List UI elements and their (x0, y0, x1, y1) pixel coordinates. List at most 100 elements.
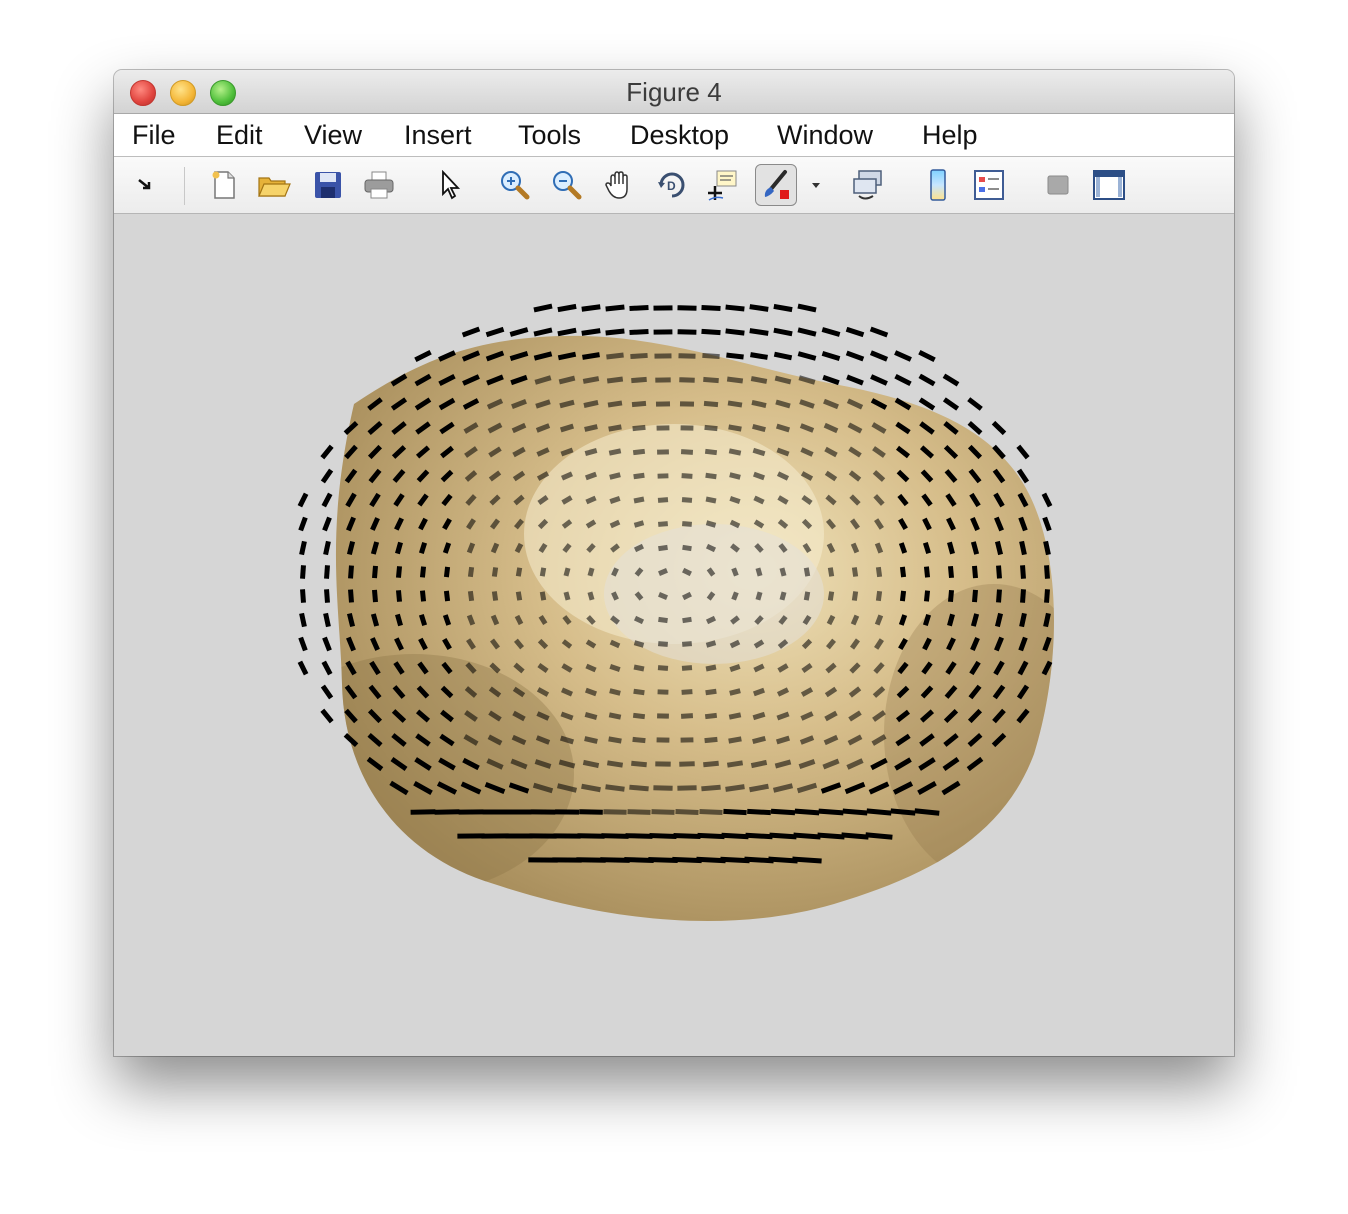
vector-glyph (970, 637, 980, 651)
menu-file[interactable]: File (132, 114, 176, 156)
vector-glyph (874, 614, 884, 626)
vector-glyph (970, 613, 980, 627)
vector-glyph (658, 616, 668, 624)
open-file-icon[interactable] (256, 167, 292, 203)
vector-glyph (723, 808, 747, 816)
vector-glyph (581, 783, 601, 793)
vector-glyph (776, 471, 790, 481)
vector-glyph (300, 565, 306, 579)
vector-glyph (297, 660, 309, 676)
vector-glyph (515, 567, 523, 577)
vector-glyph (873, 494, 885, 506)
vector-glyph (609, 496, 621, 504)
vector-glyph (822, 374, 840, 386)
vector-glyph (536, 447, 550, 457)
vector-glyph (801, 495, 813, 505)
rotate-3d-icon[interactable]: D (654, 167, 690, 203)
vector-glyph (625, 833, 653, 839)
menu-insert[interactable]: Insert (404, 114, 472, 156)
menu-window[interactable]: Window (777, 114, 873, 156)
axes-area[interactable] (114, 214, 1234, 1056)
print-icon[interactable] (361, 167, 397, 203)
vector-glyph (323, 540, 331, 556)
menu-edit[interactable]: Edit (216, 114, 263, 156)
vector-glyph (583, 400, 599, 408)
menu-desktop[interactable]: Desktop (630, 114, 729, 156)
vector-glyph (729, 519, 741, 529)
vector-glyph (923, 566, 931, 578)
brush-dropdown-icon[interactable] (806, 167, 826, 203)
vector-glyph (747, 808, 771, 816)
link-plot-icon[interactable] (851, 167, 887, 203)
vector-glyph (658, 568, 668, 576)
vector-glyph (1018, 636, 1028, 652)
vector-glyph (874, 542, 884, 554)
vector-glyph (800, 471, 814, 481)
vector-glyph (921, 661, 933, 675)
close-window-button[interactable] (130, 80, 156, 106)
vector-glyph (585, 471, 597, 481)
vector-glyph (1016, 468, 1030, 484)
new-figure-icon[interactable] (206, 167, 242, 203)
vector-glyph (825, 638, 837, 650)
vector-glyph (490, 638, 500, 650)
vector-glyph (441, 661, 453, 675)
zoom-out-icon[interactable] (548, 167, 584, 203)
vector-glyph (533, 303, 553, 313)
zoom-window-button[interactable] (210, 80, 236, 106)
vector-glyph (630, 352, 648, 360)
menu-help[interactable]: Help (922, 114, 978, 156)
vector-glyph (703, 760, 719, 768)
vector-glyph (1044, 589, 1050, 603)
hide-plot-tools-icon[interactable] (1040, 167, 1076, 203)
vector-glyph (803, 591, 811, 601)
colorbar-icon[interactable] (920, 167, 956, 203)
menu-tools[interactable]: Tools (518, 114, 581, 156)
dock-icon[interactable] (128, 167, 164, 203)
legend-icon[interactable] (971, 167, 1007, 203)
vector-glyph (970, 517, 980, 531)
pan-hand-icon[interactable] (601, 167, 637, 203)
vector-glyph (299, 612, 307, 628)
vector-glyph (1044, 565, 1050, 579)
vector-glyph (491, 591, 499, 601)
vector-glyph (606, 760, 624, 768)
vector-glyph (825, 662, 837, 674)
vector-glyph (585, 495, 597, 505)
edit-plot-pointer-icon[interactable] (432, 167, 468, 203)
vector-glyph (792, 856, 822, 864)
vector-glyph (632, 736, 646, 744)
vector-glyph (582, 352, 600, 360)
vector-glyph (600, 857, 630, 863)
vector-glyph (703, 400, 719, 408)
save-icon[interactable] (310, 167, 346, 203)
brush-icon[interactable] (755, 164, 797, 206)
vector-glyph (370, 541, 380, 555)
vector-glyph (777, 639, 789, 649)
vector-glyph (799, 735, 815, 745)
vector-glyph (1019, 612, 1027, 628)
title-bar[interactable]: Figure 4 (114, 70, 1234, 114)
vector-glyph (922, 541, 932, 555)
vector-glyph (511, 422, 527, 434)
vector-glyph (798, 759, 816, 769)
vector-glyph (725, 304, 745, 312)
vector-glyph (729, 664, 741, 672)
vector-glyph (725, 784, 745, 792)
vector-glyph (753, 687, 765, 697)
vector-glyph (778, 615, 788, 625)
vector-glyph (537, 495, 549, 505)
minimize-window-button[interactable] (170, 80, 196, 106)
vector-glyph (753, 639, 765, 649)
data-cursor-icon[interactable] (704, 167, 740, 203)
show-plot-tools-icon[interactable] (1091, 167, 1127, 203)
zoom-in-icon[interactable] (496, 167, 532, 203)
vector-glyph (970, 541, 980, 555)
vector-glyph (994, 612, 1004, 628)
vector-glyph (777, 495, 789, 505)
vector-glyph (537, 663, 549, 673)
menu-view[interactable]: View (304, 114, 362, 156)
vector-glyph (419, 566, 427, 578)
vector-glyph (322, 636, 332, 652)
vector-glyph (972, 565, 978, 579)
